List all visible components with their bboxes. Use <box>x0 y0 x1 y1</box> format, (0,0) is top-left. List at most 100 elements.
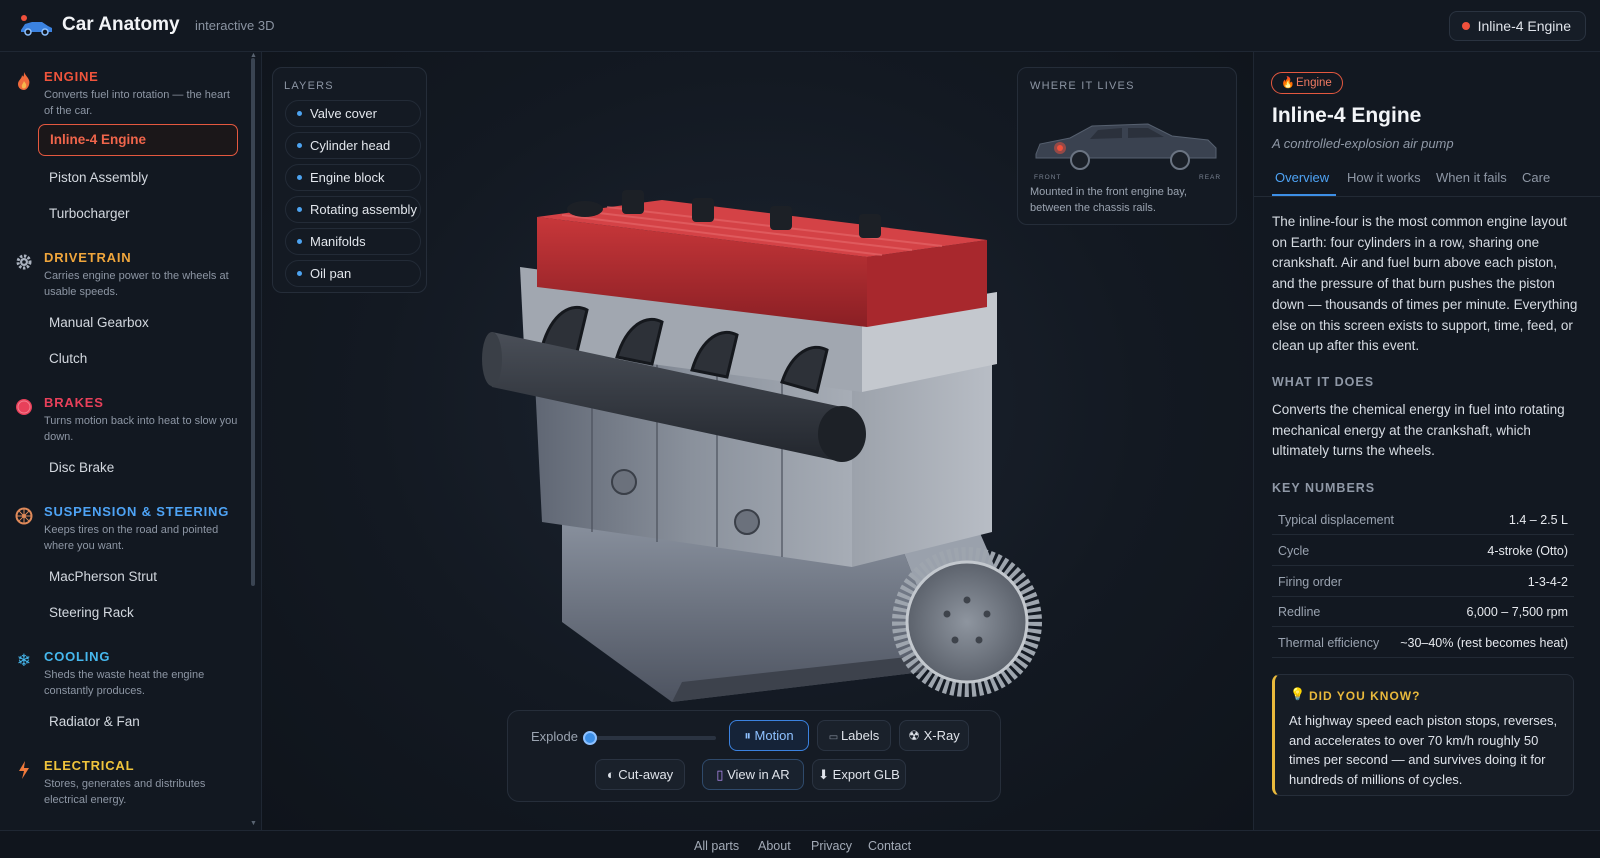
what-it-does-text: Converts the chemical energy in fuel int… <box>1272 402 1565 459</box>
layers-panel-title: LAYERS <box>284 80 334 92</box>
motion-toggle-button[interactable]: ⏸ Motion <box>729 720 809 751</box>
did-you-know-text: At highway speed each piston stops, reve… <box>1289 713 1558 787</box>
layer-label: Valve cover <box>310 106 377 121</box>
overview-text: The inline-four is the most common engin… <box>1272 214 1578 354</box>
bullet-icon <box>297 271 302 276</box>
xray-toggle-button[interactable]: ☢ X-Ray <box>899 720 969 751</box>
explode-label: Explode <box>531 729 578 744</box>
did-you-know-callout: 💡 DID YOU KNOW? At highway speed each pi… <box>1272 674 1574 796</box>
gear-icon <box>14 252 34 272</box>
view-in-ar-button[interactable]: ▯ View in AR <box>702 759 804 790</box>
layer-label: Rotating assembly <box>310 202 417 217</box>
layer-label: Cylinder head <box>310 138 391 153</box>
footer-link-about[interactable]: About <box>758 839 791 853</box>
key-number-value: 6,000 – 7,500 rpm <box>1466 605 1568 619</box>
category-badge[interactable]: 🔥 Engine <box>1271 72 1343 94</box>
layer-label: Oil pan <box>310 266 352 281</box>
what-it-does-heading: WHAT IT DOES <box>1272 375 1375 389</box>
tab-divider <box>1254 196 1600 197</box>
category-title: ENGINE <box>44 69 99 84</box>
category-title: COOLING <box>44 649 111 664</box>
sidebar-item-radiator-fan[interactable]: Radiator & Fan <box>38 706 238 738</box>
layer-valve-cover[interactable]: Valve cover <box>285 100 421 127</box>
bolt-icon <box>14 760 34 780</box>
layer-oil-pan[interactable]: Oil pan <box>285 260 421 287</box>
disc-icon <box>14 397 34 417</box>
category-desc: Sheds the waste heat the engine constant… <box>44 669 205 697</box>
status-dot-icon <box>1461 22 1470 30</box>
flame-icon <box>14 71 34 91</box>
key-number-value: ~30–40% (rest becomes heat) <box>1400 636 1568 650</box>
cutaway-button[interactable]: ◐ Cut-away <box>595 759 685 790</box>
key-number-label: Thermal efficiency <box>1278 636 1380 650</box>
location-caption: Mounted in the front engine bay, between… <box>1030 186 1187 214</box>
part-title: Inline-4 Engine <box>1272 104 1422 127</box>
page-footer: All parts About Privacy Contact <box>0 830 1600 858</box>
front-label: FRONT <box>1034 174 1062 181</box>
tab-care[interactable]: Care <box>1522 170 1550 185</box>
tab-overview[interactable]: Overview <box>1275 170 1329 185</box>
ar-icon: ▯ <box>716 767 728 782</box>
sidebar-item-inline-4-engine[interactable]: Inline-4 Engine <box>38 124 238 156</box>
location-panel: WHERE IT LIVES FRONT REAR Mounted in the… <box>1017 67 1237 225</box>
car-logo-icon[interactable] <box>18 12 54 38</box>
sidebar-item-manual-gearbox[interactable]: Manual Gearbox <box>38 307 238 339</box>
tag-icon: ▭ <box>828 732 841 743</box>
labels-toggle-button[interactable]: ▭ Labels <box>817 720 891 751</box>
sidebar-item-piston-assembly[interactable]: Piston Assembly <box>38 162 238 194</box>
bullet-icon <box>297 207 302 212</box>
tab-when-it-fails[interactable]: When it fails <box>1436 170 1507 185</box>
location-panel-title: WHERE IT LIVES <box>1030 80 1135 92</box>
category-desc: Converts fuel into rotation — the heart … <box>44 89 230 117</box>
layer-rotating-assembly[interactable]: Rotating assembly <box>285 196 421 223</box>
layer-label: Engine block <box>310 170 385 185</box>
key-number-value: 1-3-4-2 <box>1527 575 1568 589</box>
key-number-row: Cycle 4-stroke (Otto) <box>1272 536 1574 566</box>
category-desc: Turns motion back into heat to slow you … <box>44 415 238 443</box>
footer-link-privacy[interactable]: Privacy <box>811 839 852 853</box>
key-number-label: Cycle <box>1278 544 1310 558</box>
active-tab-indicator <box>1272 194 1336 196</box>
layer-engine-block[interactable]: Engine block <box>285 164 421 191</box>
key-number-value: 4-stroke (Otto) <box>1487 544 1568 558</box>
key-number-row: Redline 6,000 – 7,500 rpm <box>1272 597 1574 627</box>
wheel-icon <box>14 506 34 526</box>
sidebar-item-disc-brake[interactable]: Disc Brake <box>38 452 238 484</box>
key-numbers-heading: KEY NUMBERS <box>1272 481 1376 495</box>
sidebar-item-clutch[interactable]: Clutch <box>38 343 238 375</box>
app-subtitle: interactive 3D <box>195 18 275 33</box>
category-desc: Carries engine power to the wheels at us… <box>44 270 229 298</box>
layer-cylinder-head[interactable]: Cylinder head <box>285 132 421 159</box>
key-number-row: Firing order 1-3-4-2 <box>1272 567 1574 597</box>
sidebar-item-steering-rack[interactable]: Steering Rack <box>38 597 238 629</box>
app-title: Car Anatomy <box>62 14 180 35</box>
category-title: DRIVETRAIN <box>44 250 132 265</box>
category-title: ELECTRICAL <box>44 758 135 773</box>
export-glb-button[interactable]: ⬇ Export GLB <box>812 759 906 790</box>
sidebar-scrollbar[interactable] <box>251 58 255 586</box>
key-number-label: Redline <box>1278 605 1321 619</box>
rear-label: REAR <box>1199 174 1222 181</box>
footer-link-all-parts[interactable]: All parts <box>694 839 739 853</box>
current-part-label: Inline-4 Engine <box>1477 18 1571 34</box>
category-desc: Stores, generates and distributes electr… <box>44 778 206 806</box>
key-number-value: 1.4 – 2.5 L <box>1508 513 1568 527</box>
explode-slider-thumb[interactable] <box>583 731 597 745</box>
parts-sidebar[interactable]: ▲ ▼ ENGINE Converts fuel into rotation —… <box>0 52 262 830</box>
bullet-icon <box>297 175 302 180</box>
bullet-icon <box>297 239 302 244</box>
part-detail-panel: 🔥 Engine Inline-4 Engine A controlled-exp… <box>1253 52 1600 830</box>
explode-slider[interactable] <box>583 731 716 745</box>
tab-how-it-works[interactable]: How it works <box>1347 170 1421 185</box>
scroll-down-icon[interactable]: ▼ <box>250 820 257 827</box>
sidebar-item-macpherson-strut[interactable]: MacPherson Strut <box>38 561 238 593</box>
3d-viewport[interactable]: LAYERS Valve cover Cylinder head Engine … <box>262 52 1253 830</box>
sidebar-item-turbocharger[interactable]: Turbocharger <box>38 198 238 230</box>
footer-link-contact[interactable]: Contact <box>868 839 911 853</box>
key-number-label: Typical displacement <box>1278 513 1395 527</box>
layers-panel: LAYERS Valve cover Cylinder head Engine … <box>272 67 427 293</box>
current-part-pill[interactable]: Inline-4 Engine <box>1448 11 1586 41</box>
layer-manifolds[interactable]: Manifolds <box>285 228 421 255</box>
view-in-ar-label: View in AR <box>727 767 790 782</box>
layer-label: Manifolds <box>310 234 366 249</box>
